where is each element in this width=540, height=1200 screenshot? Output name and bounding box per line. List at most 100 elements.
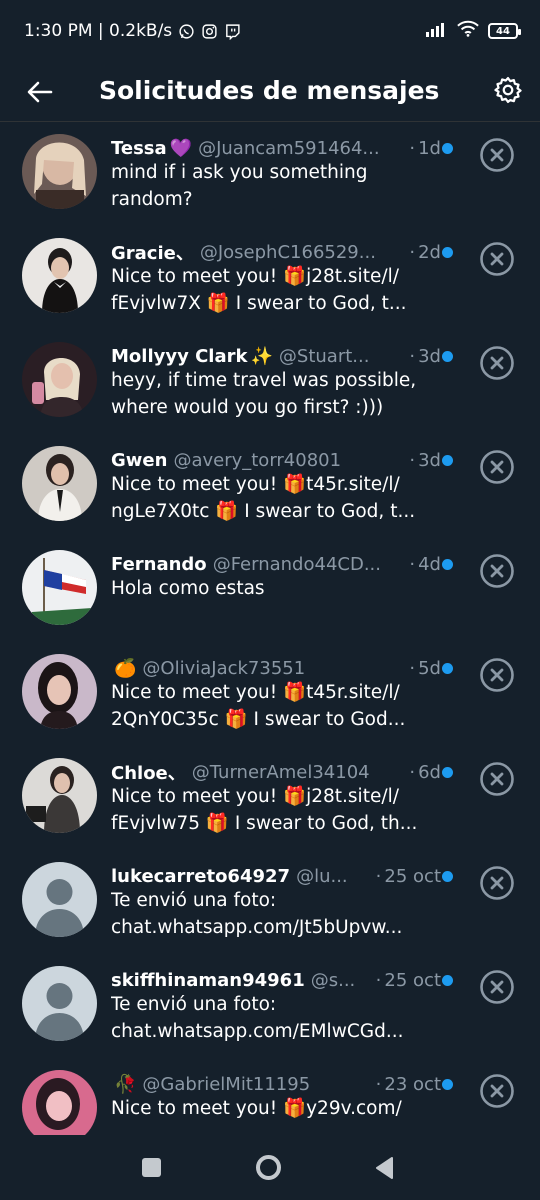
back-button[interactable] bbox=[22, 74, 58, 110]
avatar[interactable] bbox=[22, 758, 97, 833]
dismiss-button[interactable] bbox=[479, 865, 515, 901]
avatar[interactable] bbox=[22, 238, 97, 313]
request-age: 2d bbox=[418, 241, 441, 263]
preview-line: Nice to meet you! 🎁t45r.site/l/ bbox=[111, 474, 400, 495]
name-emoji: 💜 bbox=[169, 137, 193, 159]
instagram-icon bbox=[201, 23, 218, 40]
dismiss-button[interactable] bbox=[479, 241, 515, 277]
sender-handle: @TurnerAmel34104 bbox=[191, 761, 370, 783]
unread-dot bbox=[442, 1079, 453, 1090]
avatar[interactable] bbox=[22, 966, 97, 1041]
request-row[interactable]: skiffhinaman94961 @s... · 25 oct Te envi… bbox=[0, 955, 540, 1059]
message-preview: Nice to meet you! 🎁t45r.site/l/ ngLe7X0t… bbox=[111, 471, 423, 525]
preview-line: Nice to meet you! 🎁y29v.com/ bbox=[111, 1098, 402, 1119]
unread-dot bbox=[442, 871, 453, 882]
message-preview: Te envió una foto: chat.whatsapp.com/EMl… bbox=[111, 991, 423, 1045]
preview-line: fEvjvlw7X 🎁 I swear to God, t... bbox=[111, 293, 407, 314]
unread-dot bbox=[442, 455, 453, 466]
twitch-icon bbox=[224, 23, 241, 40]
request-row[interactable]: 🍊 @OliviaJack73551 · 5d Nice to meet you… bbox=[0, 643, 540, 747]
avatar[interactable] bbox=[22, 342, 97, 417]
signal-icon bbox=[426, 21, 448, 42]
preview-line: Nice to meet you! 🎁j28t.site/l/ bbox=[111, 786, 399, 807]
request-header: Gwen @avery_torr40801 · 3d bbox=[111, 446, 441, 474]
unread-dot bbox=[442, 975, 453, 986]
message-preview: Te envió una foto: chat.whatsapp.com/Jt5… bbox=[111, 887, 423, 941]
request-row[interactable]: Chloe、 @TurnerAmel34104 · 6d Nice to mee… bbox=[0, 747, 540, 851]
dismiss-button[interactable] bbox=[479, 553, 515, 589]
preview-line: heyy, if time travel was possible, bbox=[111, 370, 417, 391]
dismiss-button[interactable] bbox=[479, 657, 515, 693]
request-header: Chloe、 @TurnerAmel34104 · 6d bbox=[111, 758, 441, 786]
sender-name: Gwen bbox=[111, 449, 168, 471]
preview-line: chat.whatsapp.com/Jt5bUpvw... bbox=[111, 917, 403, 938]
dismiss-button[interactable] bbox=[479, 761, 515, 797]
preview-line: 2QnY0C35c 🎁 I swear to God... bbox=[111, 709, 406, 730]
request-row[interactable]: Tessa 💜 @Juancam591464... · 1d mind if i… bbox=[0, 123, 540, 227]
request-age: 5d bbox=[418, 657, 441, 679]
request-row[interactable]: lukecarreto64927 @lu... · 25 oct Te envi… bbox=[0, 851, 540, 955]
avatar[interactable] bbox=[22, 1070, 97, 1135]
dismiss-button[interactable] bbox=[479, 969, 515, 1005]
home-circle-icon[interactable] bbox=[255, 1154, 282, 1181]
sender-handle: @Juancam591464... bbox=[198, 137, 380, 159]
request-row[interactable]: Mollyyy Clark ✨ @Stuart... · 3d heyy, if… bbox=[0, 331, 540, 435]
request-row[interactable]: Gracie、 @JosephC166529... · 2d Nice to m… bbox=[0, 227, 540, 331]
preview-line: Te envió una foto: bbox=[111, 994, 277, 1015]
message-requests-list: Tessa 💜 @Juancam591464... · 1d mind if i… bbox=[0, 123, 540, 1135]
dismiss-button[interactable] bbox=[479, 1073, 515, 1109]
back-triangle-icon[interactable] bbox=[374, 1156, 394, 1180]
avatar[interactable] bbox=[22, 862, 97, 937]
preview-line: Nice to meet you! 🎁t45r.site/l/ bbox=[111, 682, 400, 703]
unread-dot bbox=[442, 247, 453, 258]
request-header: Fernando @Fernando44CD... · 4d bbox=[111, 550, 441, 578]
request-row[interactable]: Gwen @avery_torr40801 · 3d Nice to meet … bbox=[0, 435, 540, 539]
request-header: Mollyyy Clark ✨ @Stuart... · 3d bbox=[111, 342, 441, 370]
default-avatar-icon bbox=[22, 862, 97, 937]
dismiss-button[interactable] bbox=[479, 449, 515, 485]
sender-name: skiffhinaman94961 bbox=[111, 969, 305, 991]
dot-separator: · bbox=[409, 241, 416, 263]
battery-level: 44 bbox=[496, 25, 510, 37]
sender-handle: @JosephC166529... bbox=[199, 241, 376, 263]
page-title: Solicitudes de mensajes bbox=[99, 76, 440, 105]
dot-separator: · bbox=[375, 1073, 382, 1095]
request-age: 4d bbox=[418, 553, 441, 575]
request-age: 23 oct bbox=[384, 1073, 441, 1095]
name-emoji: ✨ bbox=[250, 345, 273, 367]
avatar[interactable] bbox=[22, 654, 97, 729]
status-right: 44 bbox=[426, 20, 521, 42]
request-row[interactable]: Fernando @Fernando44CD... · 4d Hola como… bbox=[0, 539, 540, 643]
default-avatar-icon bbox=[22, 966, 97, 1041]
sender-handle: @lu... bbox=[296, 865, 348, 887]
unread-dot bbox=[442, 351, 453, 362]
avatar[interactable] bbox=[22, 446, 97, 521]
avatar[interactable] bbox=[22, 550, 97, 625]
status-bar: 1:30 PM | 0.2kB/s 44 bbox=[0, 0, 540, 62]
message-preview: Nice to meet you! 🎁y29v.com/ bbox=[111, 1095, 423, 1122]
recents-square-icon[interactable] bbox=[142, 1158, 161, 1177]
request-row[interactable]: 🥀 @GabrielMit11195 · 23 oct Nice to meet… bbox=[0, 1059, 540, 1135]
request-header: Tessa 💜 @Juancam591464... · 1d bbox=[111, 134, 441, 162]
request-header: 🍊 @OliviaJack73551 · 5d bbox=[111, 654, 441, 682]
preview-line: where would you go first? :))) bbox=[111, 397, 384, 418]
request-age: 25 oct bbox=[384, 865, 441, 887]
sender-name: Gracie、 bbox=[111, 243, 194, 264]
sender-handle: @avery_torr40801 bbox=[173, 449, 342, 471]
dismiss-button[interactable] bbox=[479, 137, 515, 173]
unread-dot bbox=[442, 663, 453, 674]
request-age: 3d bbox=[418, 345, 441, 367]
message-preview: Nice to meet you! 🎁t45r.site/l/ 2QnY0C35… bbox=[111, 679, 423, 733]
dot-separator: · bbox=[409, 345, 416, 367]
header: Solicitudes de mensajes bbox=[0, 62, 540, 122]
settings-button[interactable] bbox=[488, 70, 528, 110]
unread-dot bbox=[442, 767, 453, 778]
avatar[interactable] bbox=[22, 134, 97, 209]
name-emoji: 🍊 bbox=[114, 657, 137, 679]
sender-handle: @GabrielMit11195 bbox=[142, 1073, 311, 1095]
dot-separator: · bbox=[409, 449, 416, 471]
request-header: skiffhinaman94961 @s... · 25 oct bbox=[111, 966, 441, 994]
unread-dot bbox=[442, 143, 453, 154]
dot-separator: · bbox=[409, 137, 416, 159]
dismiss-button[interactable] bbox=[479, 345, 515, 381]
